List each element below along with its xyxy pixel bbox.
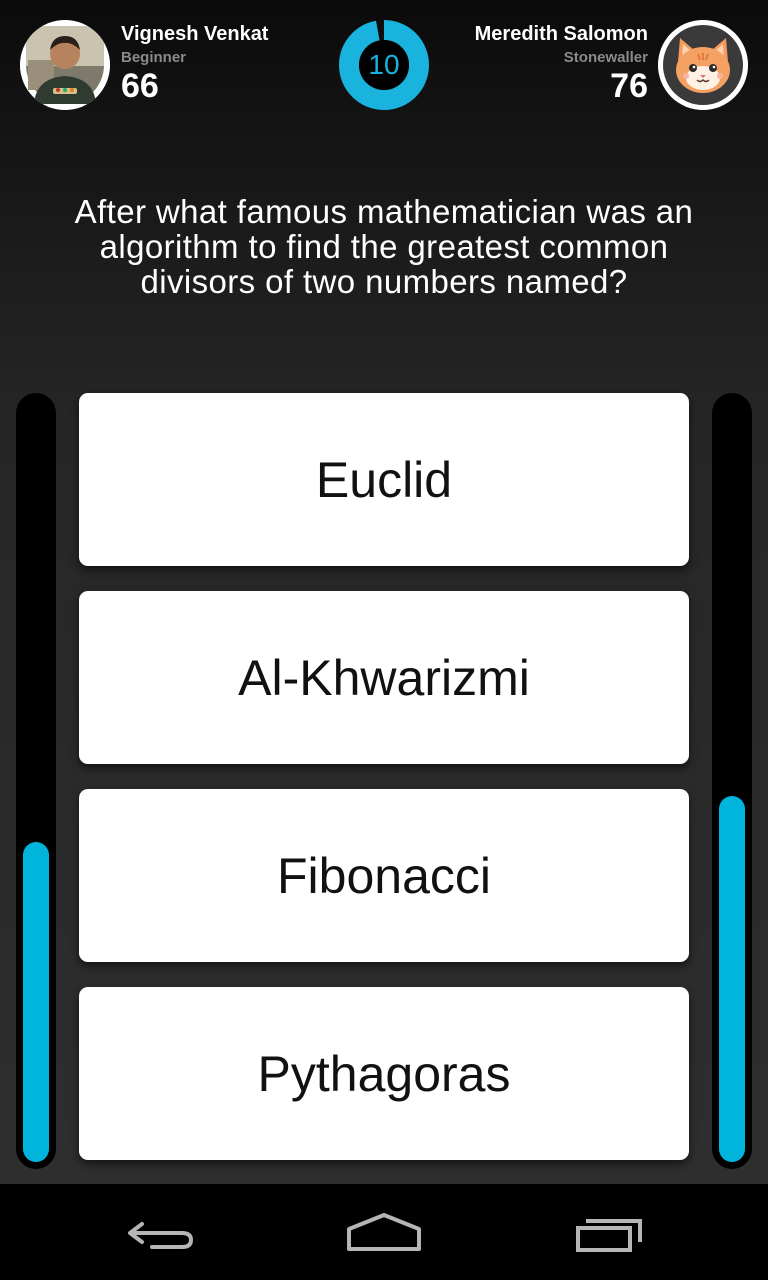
recent-apps-icon (576, 1219, 642, 1252)
answer-button-fibonacci[interactable]: Fibonacci (79, 789, 689, 962)
home-button[interactable] (336, 1204, 432, 1260)
cat-face-avatar-icon (658, 20, 748, 110)
player-left-progress-rail (16, 393, 56, 1169)
answer-button-al-khwarizmi[interactable]: Al-Khwarizmi (79, 591, 689, 764)
question-text: After what famous mathematician was an a… (74, 193, 694, 300)
player-right-score: 76 (610, 67, 648, 105)
answer-button-pythagoras[interactable]: Pythagoras (79, 987, 689, 1160)
back-arrow-icon (128, 1222, 194, 1249)
back-button[interactable] (112, 1204, 208, 1260)
player-right-info: Meredith Salomon Stonewaller 76 (475, 20, 648, 104)
player-left-name: Vignesh Venkat (121, 23, 269, 45)
player-right-progress-fill (719, 796, 745, 1162)
player-left-info: Vignesh Venkat Beginner 66 (121, 20, 268, 104)
person-photo-avatar-icon (20, 20, 110, 110)
player-right-avatar (658, 20, 748, 110)
player-right-name: Meredith Salomon (474, 23, 648, 45)
player-right-progress-rail (712, 393, 752, 1169)
timer-value: 10 (368, 49, 400, 80)
player-left-progress-fill (23, 842, 49, 1162)
player-left-avatar (20, 20, 110, 110)
answer-button-euclid[interactable]: Euclid (79, 393, 689, 566)
player-right-level: Stonewaller (563, 49, 648, 66)
player-left-score: 66 (121, 67, 159, 105)
system-navigation-bar (0, 1184, 768, 1280)
countdown-timer: 10 (339, 20, 429, 110)
home-icon (347, 1213, 421, 1251)
player-left-level: Beginner (121, 49, 187, 66)
recent-apps-button[interactable] (562, 1204, 658, 1260)
